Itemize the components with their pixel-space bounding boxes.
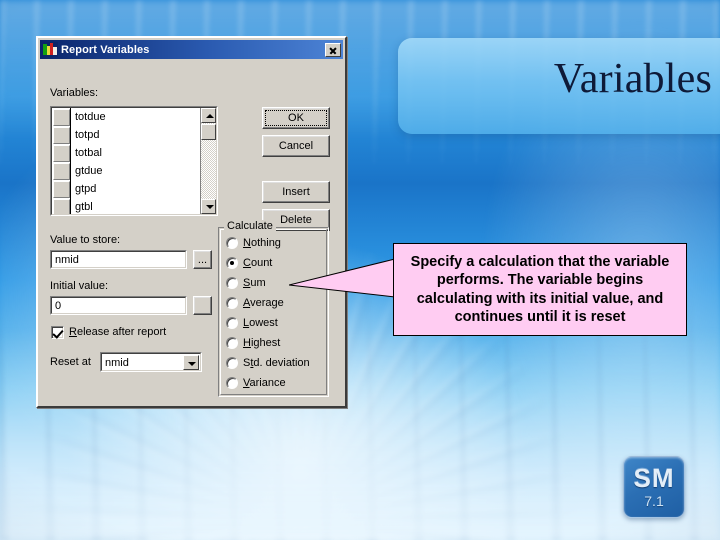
row-selector[interactable]	[53, 199, 70, 214]
radio-label: Std. deviation	[243, 357, 310, 369]
release-after-report-label: Release after report	[69, 326, 167, 338]
list-scrollbar[interactable]	[200, 108, 216, 214]
scroll-down-icon[interactable]	[201, 199, 216, 214]
list-item[interactable]: totpd	[52, 126, 216, 144]
radio-average[interactable]: Average	[226, 295, 284, 311]
close-icon[interactable]	[325, 42, 341, 57]
radio-indicator	[226, 237, 238, 249]
scroll-up-icon[interactable]	[201, 108, 216, 123]
radio-lowest[interactable]: Lowest	[226, 315, 278, 331]
dialog-titlebar: Report Variables	[40, 40, 343, 59]
sm-logo: SM 7.1	[623, 456, 685, 518]
scrollbar-thumb[interactable]	[201, 124, 216, 140]
calculate-legend: Calculate	[224, 220, 276, 232]
value-to-store-input[interactable]: nmid	[50, 250, 187, 269]
report-variables-dialog: Report Variables Variables: totdue totpd	[36, 36, 347, 408]
radio-nothing[interactable]: Nothing	[226, 235, 281, 251]
radio-std-deviation[interactable]: Std. deviation	[226, 355, 310, 371]
row-selector[interactable]	[53, 145, 70, 162]
insert-button[interactable]: Insert	[262, 181, 330, 203]
page-title: Variables	[553, 56, 712, 102]
variables-label: Variables:	[50, 87, 99, 99]
slide: Variables Report Variables Variables: to…	[0, 0, 720, 540]
radio-label: Variance	[243, 377, 286, 389]
initial-value-label: Initial value:	[50, 280, 109, 292]
list-item-label: gtpd	[70, 180, 216, 198]
list-item-label: totdue	[70, 108, 216, 126]
row-selector[interactable]	[53, 163, 70, 180]
radio-indicator	[226, 277, 238, 289]
radio-label: Sum	[243, 277, 266, 289]
value-to-store-label: Value to store:	[50, 234, 121, 246]
radio-indicator	[226, 337, 238, 349]
initial-value-value: 0	[51, 297, 186, 314]
radio-sum[interactable]: Sum	[226, 275, 266, 291]
dialog-body: Variables: totdue totpd totbal gtdue gtp…	[38, 59, 345, 408]
initial-value-browse-button[interactable]	[193, 296, 212, 315]
dialog-title: Report Variables	[61, 43, 150, 56]
sm-logo-text: SM	[633, 463, 675, 493]
list-item-label: gtbl	[70, 198, 216, 214]
value-browse-button[interactable]: ...	[193, 250, 212, 269]
report-variables-icon	[42, 42, 58, 57]
radio-indicator	[226, 377, 238, 389]
list-item-label: gtdue	[70, 162, 216, 180]
cancel-button[interactable]: Cancel	[262, 135, 330, 157]
reset-at-select[interactable]: nmid	[100, 352, 202, 372]
row-selector[interactable]	[53, 109, 70, 126]
radio-indicator	[226, 257, 238, 269]
radio-label: Nothing	[243, 237, 281, 249]
radio-variance[interactable]: Variance	[226, 375, 286, 391]
callout-box: Specify a calculation that the variable …	[393, 243, 687, 336]
value-to-store-value: nmid	[51, 251, 186, 268]
release-after-report-checkbox[interactable]	[51, 326, 64, 339]
reset-at-label: Reset at	[50, 356, 91, 368]
sm-logo-version: 7.1	[644, 493, 664, 509]
row-selector[interactable]	[53, 127, 70, 144]
radio-highest[interactable]: Highest	[226, 335, 280, 351]
radio-indicator	[226, 317, 238, 329]
list-item[interactable]: gtpd	[52, 180, 216, 198]
radio-label: Highest	[243, 337, 281, 349]
radio-label: Lowest	[243, 317, 278, 329]
list-item[interactable]: gtdue	[52, 162, 216, 180]
calculate-group	[218, 227, 329, 397]
variables-list[interactable]: totdue totpd totbal gtdue gtpd gtbl	[50, 106, 218, 216]
radio-indicator	[226, 357, 238, 369]
list-item-label: totpd	[70, 126, 216, 144]
list-item[interactable]: gtbl	[52, 198, 216, 214]
ok-button[interactable]: OK	[262, 107, 330, 129]
initial-value-input[interactable]: 0	[50, 296, 187, 315]
radio-label: Count	[243, 257, 273, 269]
radio-count[interactable]: Count	[226, 255, 272, 271]
callout-text: Specify a calculation that the variable …	[410, 253, 670, 326]
radio-indicator	[226, 297, 238, 309]
list-item[interactable]: totbal	[52, 144, 216, 162]
list-item[interactable]: totdue	[52, 108, 216, 126]
callout-pointer	[289, 259, 395, 298]
list-item-label: totbal	[70, 144, 216, 162]
radio-label: Average	[243, 297, 284, 309]
chevron-down-icon[interactable]	[183, 355, 199, 370]
row-selector[interactable]	[53, 181, 70, 198]
